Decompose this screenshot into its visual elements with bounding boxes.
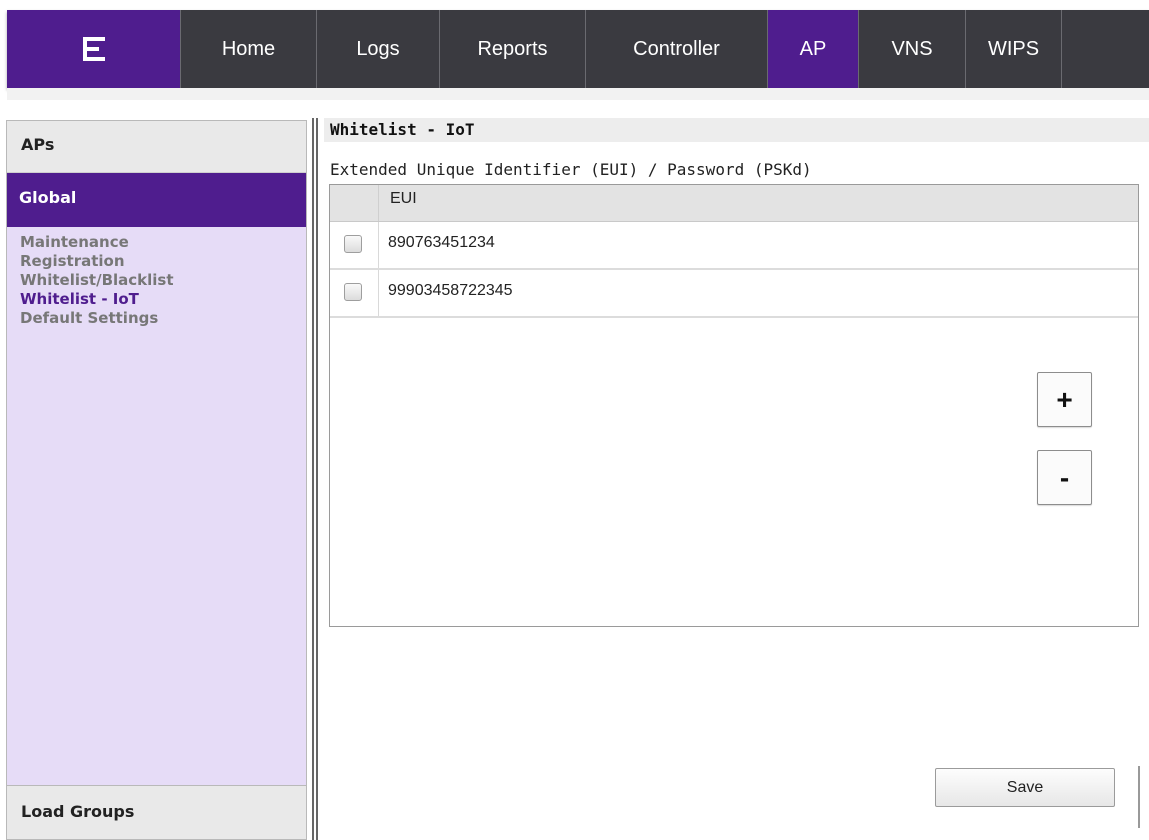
nav-tab-controller[interactable]: Controller [586,10,768,88]
extreme-networks-logo-icon[interactable] [7,10,181,88]
column-header-eui[interactable]: EUI [390,190,417,208]
row-checkbox[interactable] [344,235,362,253]
nav-tab-wips[interactable]: WIPS [966,10,1062,88]
row-checkbox[interactable] [344,283,362,301]
table-header-row: EUI [330,185,1138,222]
sidebar-item-maintenance[interactable]: Maintenance [20,233,306,252]
eui-cell: 890763451234 [388,234,495,251]
global-submenu: Maintenance Registration Whitelist/Black… [7,227,306,328]
nav-tab-reports[interactable]: Reports [440,10,586,88]
sidebar-item-default-settings[interactable]: Default Settings [20,309,306,328]
sidebar-item-registration[interactable]: Registration [20,252,306,271]
table-row[interactable]: 890763451234 [330,222,1138,270]
content-edge-divider [1138,766,1140,828]
nav-shadow-strip [7,88,1149,100]
column-divider [378,222,379,268]
left-navigation-panel: APs Global Maintenance Registration Whit… [6,120,307,840]
top-navigation-bar: Home Logs Reports Controller AP VNS WIPS [7,10,1149,88]
sidebar-item-whitelist-iot[interactable]: Whitelist - IoT [20,290,306,309]
global-group-header[interactable]: Global [7,173,306,227]
nav-tab-home[interactable]: Home [181,10,317,88]
eui-cell: 99903458722345 [388,282,513,299]
eui-section-label: Extended Unique Identifier (EUI) / Passw… [330,160,812,179]
save-button[interactable]: Save [935,768,1115,807]
nav-tab-vns[interactable]: VNS [859,10,966,88]
eui-table: EUI 890763451234 99903458722345 [329,184,1139,627]
page-title: Whitelist - IoT [324,118,1149,142]
column-divider [378,185,379,221]
nav-tab-ap[interactable]: AP [768,10,859,88]
column-divider [378,270,379,316]
aps-section-header[interactable]: APs [7,121,306,173]
remove-entry-button[interactable]: - [1037,450,1092,505]
add-entry-button[interactable]: + [1037,372,1092,427]
sidebar-item-whitelist-blacklist[interactable]: Whitelist/Blacklist [20,271,306,290]
panel-splitter-inner[interactable] [316,118,318,840]
nav-tab-logs[interactable]: Logs [317,10,440,88]
load-groups-section-header[interactable]: Load Groups [7,785,306,839]
table-row[interactable]: 99903458722345 [330,270,1138,318]
panel-splitter[interactable] [312,118,314,840]
